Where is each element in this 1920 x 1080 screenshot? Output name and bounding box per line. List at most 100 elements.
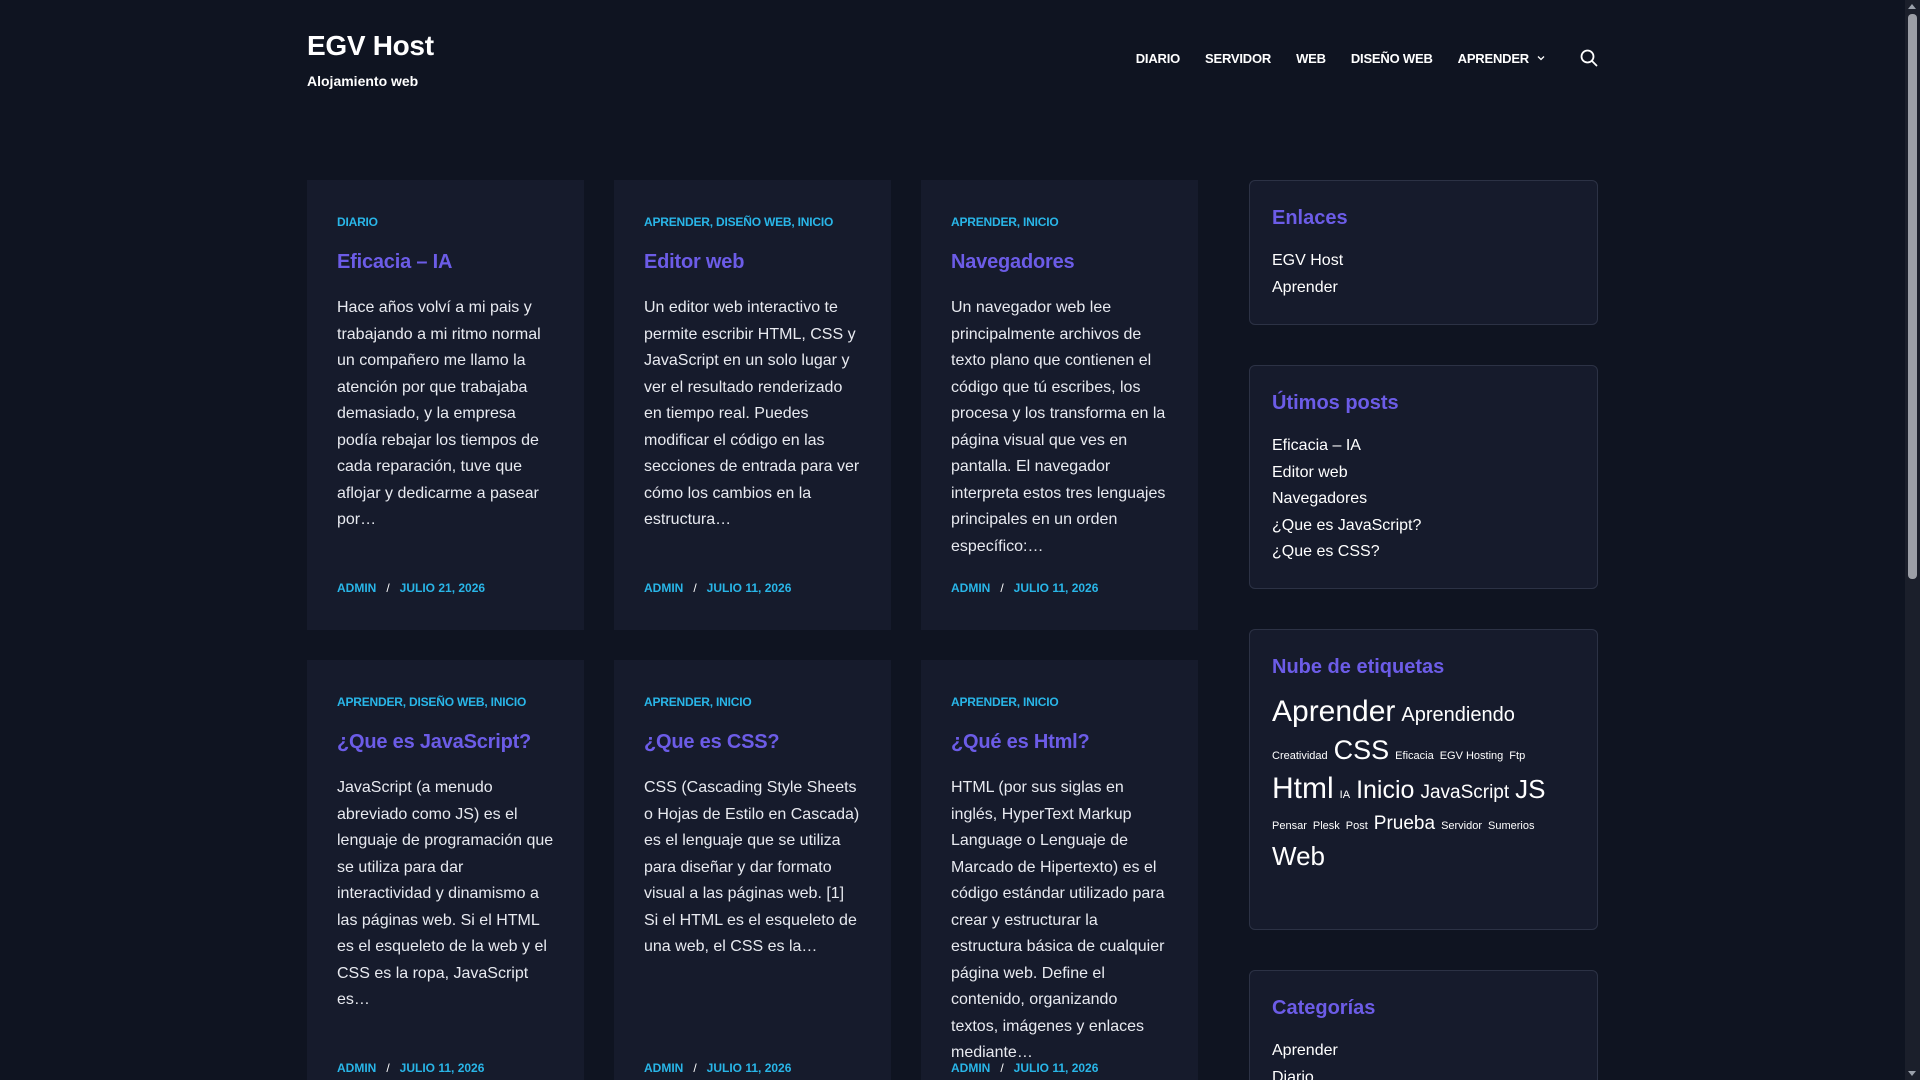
post-date[interactable]: JULIO 21, 2026 (400, 581, 485, 595)
tag-link[interactable]: CSS (1334, 737, 1390, 764)
tag-link[interactable]: Post (1346, 821, 1368, 832)
tag-cloud-row: Pensar Plesk Post Prueba Servidor Sumerios (1272, 814, 1575, 833)
recent-post-link[interactable]: Editor web (1272, 460, 1575, 487)
post-title[interactable]: ¿Que es CSS? (644, 731, 861, 754)
widget-title: Enlaces (1272, 207, 1348, 229)
post-excerpt: CSS (Cascading Style Sheets o Hojas de E… (644, 779, 860, 955)
tag-link[interactable]: Inicio (1356, 778, 1414, 803)
recent-post-link[interactable]: ¿Que es CSS? (1272, 539, 1575, 566)
scroll-up-arrow-icon[interactable] (1908, 4, 1916, 9)
main-nav: DIARIO SERVIDOR WEB DISEÑO WEB APRENDER (1136, 48, 1599, 68)
post-date[interactable]: JULIO 11, 2026 (400, 1061, 485, 1075)
nav-item-aprender-label: APRENDER (1457, 50, 1530, 66)
post-date[interactable]: JULIO 11, 2026 (1014, 581, 1099, 595)
post-title[interactable]: ¿Qué es Html? (951, 731, 1168, 754)
category-item[interactable]: Diario (1272, 1065, 1575, 1080)
category-link[interactable]: DISEÑO WEB (409, 695, 485, 709)
chevron-down-icon[interactable] (1536, 53, 1546, 63)
post-meta: ADMIN / JULIO 11, 2026 (951, 1061, 1098, 1075)
meta-separator: / (386, 581, 390, 595)
category-link[interactable]: APRENDER (951, 695, 1017, 709)
links-list: EGV Host Aprender (1272, 248, 1575, 301)
category-link[interactable]: APRENDER (644, 215, 710, 229)
tag-link[interactable]: Creatividad (1272, 751, 1328, 762)
recent-post-link[interactable]: Eficacia – IA (1272, 433, 1575, 460)
scrollbar-thumb[interactable] (1908, 14, 1917, 579)
nav-item-servidor[interactable]: SERVIDOR (1205, 51, 1271, 66)
tag-link[interactable]: Pensar (1272, 821, 1307, 832)
post-card: APRENDER, INICIO ¿Que es CSS? CSS (Casca… (614, 660, 891, 1080)
tag-link[interactable]: Aprendiendo (1401, 705, 1514, 725)
post-card: APRENDER, DISEÑO WEB, INICIO ¿Que es Jav… (307, 660, 584, 1080)
post-title[interactable]: Editor web (644, 251, 861, 274)
tag-link[interactable]: IA (1340, 790, 1350, 801)
scroll-down-arrow-icon[interactable] (1908, 1071, 1916, 1076)
category-link[interactable]: INICIO (1023, 695, 1059, 709)
category-link[interactable]: DISEÑO WEB (716, 215, 792, 229)
post-author[interactable]: ADMIN (644, 581, 683, 595)
post-date[interactable]: JULIO 11, 2026 (707, 1061, 792, 1075)
post-title[interactable]: Eficacia – IA (337, 251, 554, 274)
category-link[interactable]: INICIO (1023, 215, 1059, 229)
tag-cloud-row: Web (1272, 843, 1575, 869)
site-title[interactable]: EGV Host (307, 30, 434, 62)
post-author[interactable]: ADMIN (644, 1061, 683, 1075)
post-author[interactable]: ADMIN (951, 1061, 990, 1075)
meta-separator: / (386, 1061, 390, 1075)
recent-post-link[interactable]: ¿Que es JavaScript? (1272, 513, 1575, 540)
post-card: APRENDER, DISEÑO WEB, INICIO Editor web … (614, 180, 891, 630)
tag-link[interactable]: EGV Hosting (1440, 751, 1504, 762)
tag-link[interactable]: JavaScript (1420, 783, 1509, 802)
nav-item-web[interactable]: WEB (1296, 51, 1326, 66)
category-link[interactable]: INICIO (491, 695, 527, 709)
category-link[interactable]: APRENDER (951, 215, 1017, 229)
category-item[interactable]: Aprender (1272, 1038, 1575, 1065)
category-link[interactable]: INICIO (798, 215, 834, 229)
post-meta: ADMIN / JULIO 11, 2026 (644, 1061, 791, 1075)
widget-categories: Categorías Aprender Diario (1249, 970, 1598, 1080)
tag-link[interactable]: Eficacia (1395, 751, 1434, 762)
post-excerpt: JavaScript (a menudo abreviado como JS) … (337, 779, 554, 1008)
post-date[interactable]: JULIO 11, 2026 (707, 581, 792, 595)
tag-link[interactable]: JS (1515, 776, 1545, 802)
tag-link[interactable]: Html (1272, 774, 1334, 804)
post-categories: APRENDER, DISEÑO WEB, INICIO (644, 215, 834, 229)
categories-list: Aprender Diario (1272, 1038, 1575, 1080)
link-item[interactable]: Aprender (1272, 275, 1575, 302)
tag-link[interactable]: Ftp (1509, 751, 1525, 762)
search-icon[interactable] (1579, 48, 1599, 68)
category-link[interactable]: APRENDER (337, 695, 403, 709)
post-author[interactable]: ADMIN (337, 581, 376, 595)
nav-item-diseno-web[interactable]: DISEÑO WEB (1351, 51, 1433, 66)
category-link[interactable]: INICIO (716, 695, 752, 709)
post-categories: APRENDER, DISEÑO WEB, INICIO (337, 695, 527, 709)
tag-link[interactable]: Prueba (1374, 814, 1435, 833)
recent-post-link[interactable]: Navegadores (1272, 486, 1575, 513)
recent-posts-list: Eficacia – IA Editor web Navegadores ¿Qu… (1272, 433, 1575, 566)
tag-link[interactable]: Servidor (1441, 821, 1482, 832)
tag-link[interactable]: Aprender (1272, 697, 1395, 727)
post-categories: APRENDER, INICIO (951, 695, 1059, 709)
post-excerpt: Un editor web interactivo te permite esc… (644, 299, 860, 528)
tag-link[interactable]: Plesk (1313, 821, 1340, 832)
category-link[interactable]: APRENDER (644, 695, 710, 709)
post-meta: ADMIN / JULIO 11, 2026 (951, 581, 1098, 595)
post-meta: ADMIN / JULIO 11, 2026 (337, 1061, 484, 1075)
tag-link[interactable]: Web (1272, 843, 1325, 869)
post-author[interactable]: ADMIN (337, 1061, 376, 1075)
post-excerpt: Un navegador web lee principalmente arch… (951, 299, 1166, 555)
post-title[interactable]: Navegadores (951, 251, 1168, 274)
site-tagline: Alojamiento web (307, 73, 419, 89)
link-item[interactable]: EGV Host (1272, 248, 1575, 275)
nav-item-diario[interactable]: DIARIO (1136, 51, 1181, 66)
meta-separator: / (693, 581, 697, 595)
post-card: DIARIO Eficacia – IA Hace años volví a m… (307, 180, 584, 630)
post-title[interactable]: ¿Que es JavaScript? (337, 731, 554, 754)
post-date[interactable]: JULIO 11, 2026 (1014, 1061, 1099, 1075)
page-scrollbar[interactable] (1905, 0, 1920, 1080)
post-author[interactable]: ADMIN (951, 581, 990, 595)
widget-title: Categorías (1272, 997, 1376, 1019)
category-link[interactable]: DIARIO (337, 215, 378, 229)
tag-link[interactable]: Sumerios (1488, 821, 1534, 832)
nav-item-aprender[interactable]: APRENDER (1458, 51, 1546, 66)
